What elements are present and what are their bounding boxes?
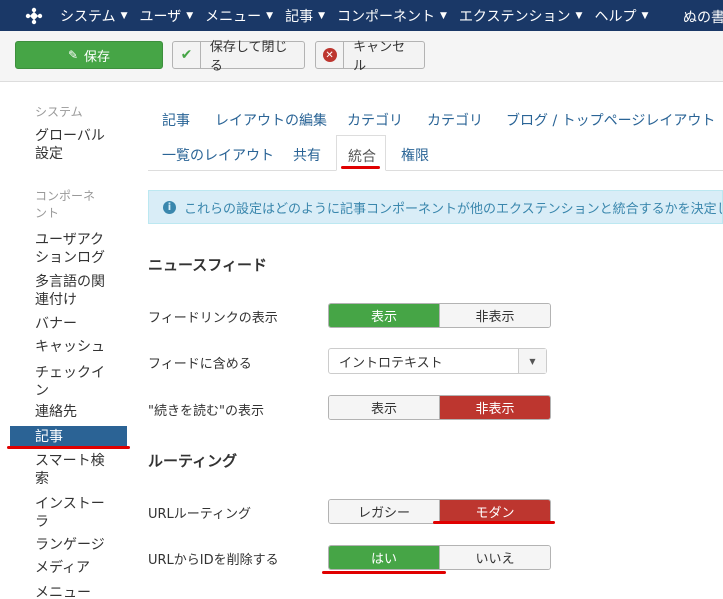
top-navbar: システム ▼ ユーザ ▼ メニュー ▼ 記事 ▼ コンポーネント ▼ エクステンション ▼ … [0,0,723,31]
caret-down-icon: ▼ [318,10,326,21]
caret-down-icon: ▼ [575,10,583,21]
feed-include-select[interactable]: イントロテキスト ▼ [328,348,547,374]
url-routing-modern-option[interactable]: モダン [439,500,550,523]
feed-link-show-option[interactable]: 表示 [329,304,439,327]
nav-menu-system[interactable]: システム ▼ [60,6,128,26]
section-title-routing: ルーティング [148,452,238,470]
joomla-logo-icon[interactable] [24,6,44,26]
remove-id-no-option[interactable]: いいえ [439,546,550,569]
nav-user-menu[interactable]: ぬの書 [683,7,723,27]
tab-list-layouts[interactable]: 一覧のレイアウト [162,145,274,165]
sidebar-header-components: コンポーネント [35,189,96,220]
tab-permissions[interactable]: 権限 [401,145,429,165]
toolbar: ✎ 保存 ✔ 保存して閉じる ✕ キャンセル [0,31,723,82]
tab-blog-featured-layouts[interactable]: ブログ / トップページレイアウト [506,110,715,130]
sidebar-item-associations[interactable]: 多言語の関連付け [35,273,110,309]
nav-menu-content[interactable]: 記事 ▼ [285,6,325,26]
save-button[interactable]: ✎ 保存 [15,41,163,69]
label-feed-link: フィードリンクの表示 [148,311,278,326]
sidebar-item-smart-search[interactable]: スマート検索 [35,452,110,488]
tab-shared[interactable]: 共有 [293,145,321,165]
label-read-more: "続きを読む"の表示 [148,404,264,419]
info-icon: i [163,200,176,214]
tab-editing-layout[interactable]: レイアウトの編集 [215,110,327,130]
label-url-routing: URLルーティング [148,507,252,522]
sidebar-item-global-config[interactable]: グローバル設定 [35,127,110,163]
caret-down-icon: ▼ [266,10,274,21]
edit-icon: ✎ [67,48,79,62]
annotation-underline-yes [322,571,446,574]
nav-menu-help[interactable]: ヘルプ ▼ [594,6,648,26]
sidebar-item-menus[interactable]: メニュー [35,584,125,599]
tab-categories[interactable]: カテゴリ [427,110,483,130]
save-and-close-button[interactable]: ✔ 保存して閉じる [172,40,305,74]
remove-id-yes-option[interactable]: はい [329,546,439,569]
caret-down-icon: ▼ [186,10,194,21]
read-more-show-option[interactable]: 表示 [329,396,439,419]
sidebar-item-cache[interactable]: キャッシュ [35,338,125,356]
remove-id-toggle: はい いいえ [328,545,551,570]
nav-menu-menus[interactable]: メニュー ▼ [205,6,273,26]
tab-articles[interactable]: 記事 [162,110,190,130]
tab-category[interactable]: カテゴリ [347,110,403,130]
info-alert-text: これらの設定はどのように記事コンポーネントが他のエクステンションと統合するかを決… [184,201,723,217]
cancel-circle-icon: ✕ [322,48,337,62]
caret-down-icon: ▼ [641,10,649,21]
section-title-newsfeed: ニュースフィード [148,256,267,274]
sidebar-header-system: システム [35,105,83,119]
feed-link-hide-option[interactable]: 非表示 [439,304,550,327]
feed-include-value: イントロテキスト [339,355,443,371]
label-feed-include: フィードに含める [148,357,252,372]
tabs-divider [148,170,723,171]
nav-menu-users[interactable]: ユーザ ▼ [140,6,194,26]
nav-menu-extensions[interactable]: エクステンション ▼ [459,6,583,26]
label-remove-id: URLからIDを削除する [148,553,279,568]
annotation-underline-modern [433,521,555,524]
nav-menu-components[interactable]: コンポーネント ▼ [337,6,447,26]
annotation-underline-sidebar [7,446,130,449]
sidebar-item-languages[interactable]: ランゲージ [35,536,125,554]
cancel-button[interactable]: ✕ キャンセル [315,40,425,74]
sidebar: システム グローバル設定 コンポーネント ユーザアクションログ 多言語の関連付け… [0,82,135,599]
feed-link-toggle: 表示 非表示 [328,303,551,328]
sidebar-item-checkin[interactable]: チェックイン [35,364,110,400]
sidebar-item-banners[interactable]: バナー [35,315,125,333]
check-icon: ✔ [180,47,193,63]
sidebar-item-installer[interactable]: インストーラ [35,495,110,531]
read-more-hide-option[interactable]: 非表示 [439,396,550,419]
caret-down-icon: ▼ [440,10,447,21]
read-more-toggle: 表示 非表示 [328,395,551,420]
sidebar-item-content-active[interactable]: 記事 [10,426,127,448]
sidebar-item-action-logs[interactable]: ユーザアクションログ [35,231,110,267]
chevron-down-icon: ▼ [518,349,546,373]
sidebar-item-media[interactable]: メディア [35,559,125,577]
caret-down-icon: ▼ [120,10,128,21]
url-routing-legacy-option[interactable]: レガシー [329,500,439,523]
annotation-underline-tab [341,166,380,169]
info-alert: i これらの設定はどのように記事コンポーネントが他のエクステンションと統合するか… [148,190,723,224]
sidebar-item-contacts[interactable]: 連絡先 [35,403,125,421]
